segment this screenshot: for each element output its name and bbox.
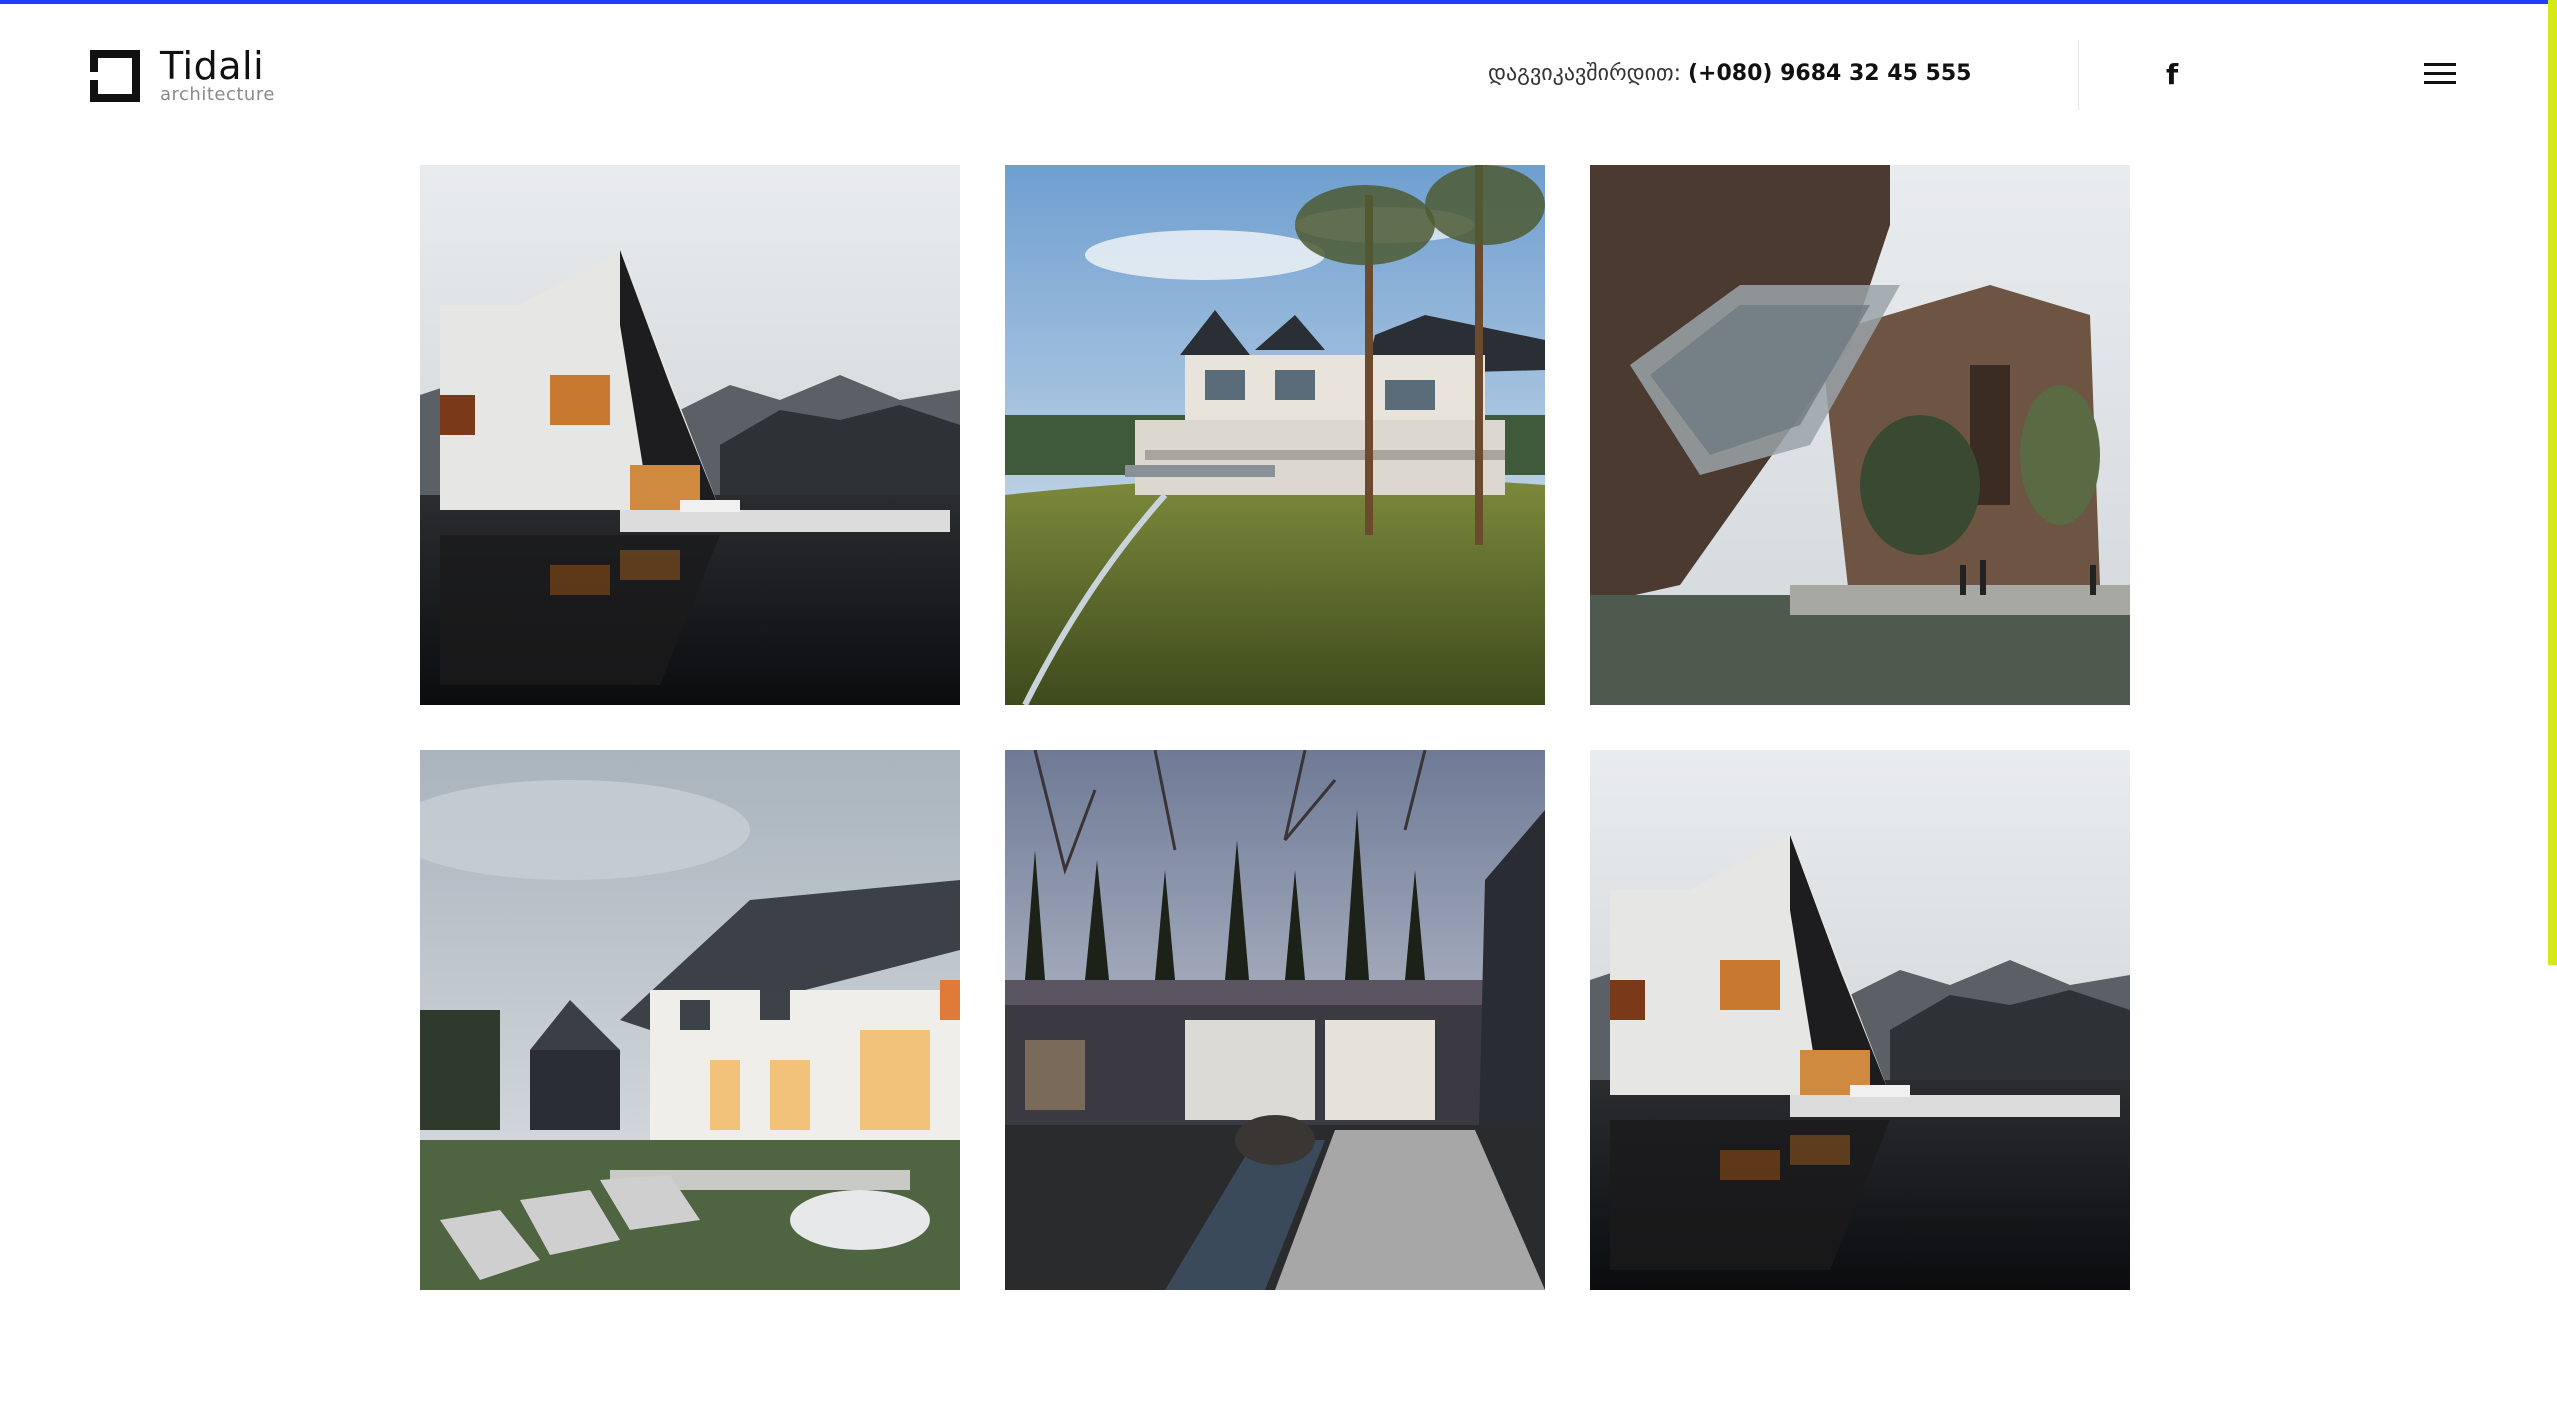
logo-tagline: architecture — [160, 84, 275, 105]
logo[interactable]: Tidali architecture — [90, 46, 275, 106]
gallery-item-tilted-facade[interactable] — [1590, 165, 2130, 705]
gallery-item-gabled-house[interactable] — [420, 750, 960, 1290]
logo-mark-icon — [90, 50, 140, 102]
logo-name: Tidali — [160, 44, 265, 88]
hamburger-menu-icon[interactable] — [2424, 63, 2456, 85]
gallery-item-villa-pines[interactable] — [1005, 165, 1545, 705]
contact-label: დაგვიკავშირდით: — [1488, 61, 1681, 86]
contact-info: დაგვიკავშირდით: (+080) 9684 32 45 555 — [1488, 60, 1971, 88]
gallery-item-lake-house[interactable] — [420, 165, 960, 705]
gallery-item-courtyard[interactable] — [1005, 750, 1545, 1290]
contact-phone[interactable]: (+080) 9684 32 45 555 — [1688, 61, 1972, 86]
gallery-item-lake-house-2[interactable] — [1590, 750, 2130, 1290]
header-divider — [2078, 40, 2079, 110]
site-header: Tidali architecture დაგვიკავშირდით: (+08… — [0, 0, 2557, 150]
facebook-icon[interactable]: f — [2166, 58, 2178, 92]
